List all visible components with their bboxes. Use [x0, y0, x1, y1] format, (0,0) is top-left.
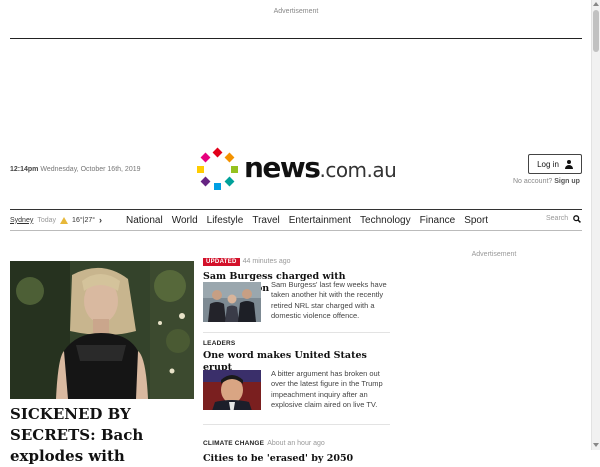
search-label[interactable]: Search [546, 215, 568, 222]
page-scrollbar[interactable] [591, 0, 600, 450]
scroll-down-icon[interactable] [593, 443, 599, 447]
current-date: Wednesday, October 16th, 2019 [40, 166, 141, 173]
advertisement-label: Advertisement [273, 8, 319, 15]
sun-cloud-icon [60, 216, 69, 224]
nav-link-lifestyle[interactable]: Lifestyle [207, 215, 244, 226]
weather-city[interactable]: Sydney [10, 217, 33, 224]
nav-link-national[interactable]: National [126, 215, 163, 226]
story-thumbnail[interactable] [203, 282, 261, 322]
story-thumbnail[interactable] [203, 370, 261, 410]
logo-dots-icon [196, 147, 238, 190]
logo-name: news [244, 151, 321, 184]
nav-divider-top [10, 209, 582, 210]
signup-link[interactable]: Sign up [554, 178, 580, 185]
story-card[interactable]: LEADERS One word makes United States eru… [203, 340, 393, 410]
current-time: 12:14pm [10, 166, 39, 173]
signup-prompt: No account? Sign up [513, 178, 580, 185]
user-icon [564, 159, 573, 169]
nav-divider-bottom [10, 230, 582, 231]
chevron-right-icon[interactable]: › [99, 215, 102, 225]
divider [10, 38, 582, 39]
story-divider [203, 424, 390, 425]
nav-link-travel[interactable]: Travel [252, 215, 279, 226]
weather-widget[interactable]: Sydney Today 16°|27° › [10, 214, 102, 226]
nav-link-entertainment[interactable]: Entertainment [289, 215, 351, 226]
story-summary: Sam Burgess' last few weeks have taken a… [271, 280, 387, 321]
no-account-text: No account? [513, 178, 553, 185]
story-card[interactable]: UPDATED 44 minutes ago Sam Burgess charge… [203, 250, 393, 322]
logo-wordmark: news.com.au [244, 147, 397, 191]
weather-temps: 16°|27° [72, 216, 96, 224]
main-nav: National World Lifestyle Travel Entertai… [126, 212, 488, 228]
story-timestamp: 44 minutes ago [242, 258, 291, 265]
advertisement-label: Advertisement [471, 251, 517, 258]
login-label: Log in [537, 159, 559, 169]
story-divider [203, 332, 390, 333]
updated-badge: UPDATED [203, 258, 240, 266]
scroll-up-icon[interactable] [593, 2, 599, 6]
hero-headline[interactable]: SICKENED BY SECRETS: Bach explodes with [10, 404, 196, 467]
story-kicker: CLIMATE CHANGE [203, 440, 265, 447]
nav-link-technology[interactable]: Technology [360, 215, 411, 226]
logo-suffix: .com.au [319, 158, 397, 182]
nav-link-finance[interactable]: Finance [420, 215, 456, 226]
story-card[interactable]: CLIMATE CHANGE About an hour ago Cities t… [203, 432, 393, 465]
scrollbar-thumb[interactable] [593, 10, 599, 52]
nav-link-world[interactable]: World [172, 215, 198, 226]
story-timestamp: About an hour ago [267, 440, 325, 447]
hero-image[interactable] [10, 261, 194, 399]
dateline: 12:14pm Wednesday, October 16th, 2019 [10, 166, 141, 173]
story-kicker: LEADERS [203, 340, 236, 347]
story-summary: A bitter argument has broken out over th… [271, 369, 383, 410]
login-button[interactable]: Log in [528, 154, 582, 174]
story-headline[interactable]: Cities to be 'erased' by 2050 [203, 453, 393, 465]
site-logo[interactable]: news.com.au [196, 147, 397, 191]
search-icon[interactable] [573, 215, 581, 223]
nav-link-sport[interactable]: Sport [464, 215, 488, 226]
weather-day: Today [37, 216, 57, 224]
